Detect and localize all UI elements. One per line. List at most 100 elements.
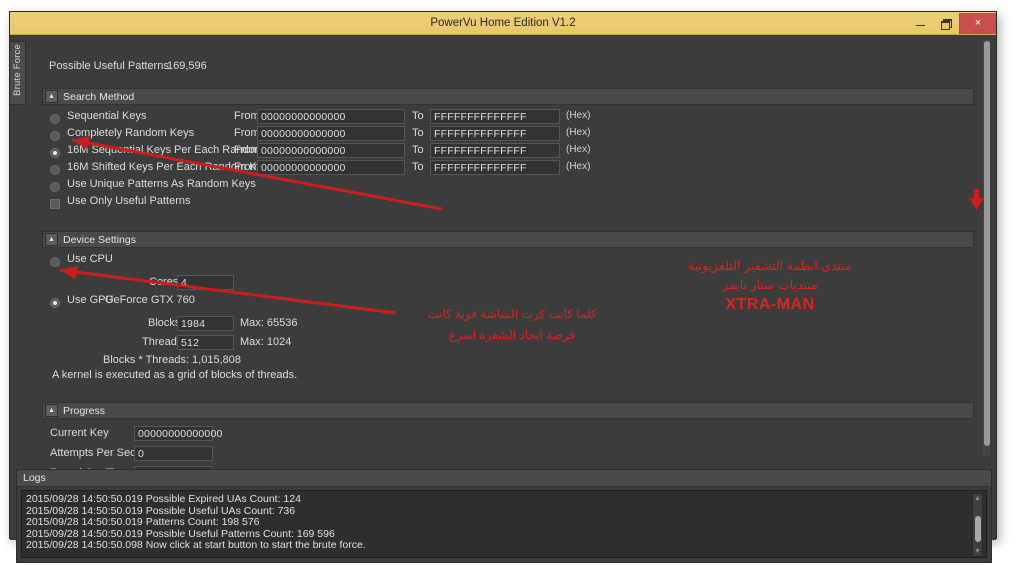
possible-useful-patterns-value: 169,596 [167, 60, 207, 72]
radio-label-use-unique-patterns: Use Unique Patterns As Random Keys [67, 178, 256, 190]
use-cpu-row: Use CPU [42, 253, 974, 274]
kernel-note-row: A kernel is executed as a grid of blocks… [42, 369, 974, 384]
kernel-note-label: A kernel is executed as a grid of blocks… [52, 369, 298, 381]
gpu-name-label: GeForce GTX 760 [105, 294, 195, 306]
radio-use-gpu[interactable] [50, 298, 60, 308]
hex-label-2: (Hex) [566, 127, 591, 138]
current-key-row: Current Key 00000000000000 [42, 425, 974, 445]
collapse-icon[interactable]: ▲ [45, 233, 58, 246]
cores-label: Cores [149, 276, 179, 288]
to-label-4: To [412, 161, 424, 173]
search-option-row: 16M Shifted Keys Per Each Random Key Fro… [42, 160, 974, 179]
main-scrollbar-thumb[interactable] [984, 41, 990, 446]
from-label-1: From [234, 110, 260, 122]
radio-label-use-cpu: Use CPU [67, 253, 113, 265]
progress-header[interactable]: ▲ Progress [42, 402, 974, 419]
radio-16m-shifted-keys[interactable] [50, 165, 60, 175]
use-gpu-row: Use GPU GeForce GTX 760 [42, 294, 974, 315]
progress-title: Progress [63, 404, 106, 417]
search-option-row: Use Unique Patterns As Random Keys [42, 178, 974, 196]
log-line: 2015/09/28 14:50:50.019 Possible Expired… [26, 493, 301, 505]
title-bar: PowerVu Home Edition V1.2 × [10, 12, 996, 35]
restore-button[interactable] [933, 13, 959, 34]
main-content: Possible Useful Patterns 169,596 ▲ Searc… [36, 39, 988, 481]
checkbox-use-only-useful-patterns[interactable] [50, 199, 60, 209]
hex-label-1: (Hex) [566, 110, 591, 121]
from-label-4: From [234, 161, 260, 173]
logs-panel: Logs 2015/09/28 14:50:50.019 Possible Ex… [16, 469, 992, 563]
application-window: PowerVu Home Edition V1.2 × Brute Force … [9, 11, 997, 563]
attempts-per-second-input[interactable]: 0 [134, 446, 213, 461]
main-scrollbar[interactable] [982, 39, 992, 457]
to-label-3: To [412, 144, 424, 156]
collapse-icon[interactable]: ▲ [45, 404, 58, 417]
restore-icon [941, 18, 952, 30]
threads-max-label: Max: 1024 [240, 336, 292, 348]
window-title: PowerVu Home Edition V1.2 [430, 17, 576, 29]
blocks-max-label: Max: 65536 [240, 317, 298, 329]
blocks-label: Blocks [148, 317, 181, 329]
radio-label-sequential-keys: Sequential Keys [67, 110, 147, 122]
checkbox-label-use-only-useful-patterns: Use Only Useful Patterns [67, 195, 191, 207]
blocks-threads-product-row: Blocks * Threads: 1,015,808 [42, 354, 974, 369]
close-icon: × [974, 17, 982, 29]
attempts-per-second-row: Attempts Per Second 0 [42, 445, 974, 465]
to-input-sequential-keys[interactable]: FFFFFFFFFFFFFF [430, 109, 560, 124]
scroll-down-icon[interactable]: ▼ [973, 547, 982, 556]
window-controls: × [907, 12, 996, 34]
to-input-completely-random-keys[interactable]: FFFFFFFFFFFFFF [430, 126, 560, 141]
search-method-header[interactable]: ▲ Search Method [42, 88, 974, 105]
radio-completely-random-keys[interactable] [50, 131, 60, 141]
current-key-input[interactable]: 00000000000000 [134, 426, 222, 441]
cores-input[interactable]: 4 [177, 275, 234, 290]
hex-label-4: (Hex) [566, 161, 591, 172]
threads-input[interactable]: 512 [177, 335, 234, 350]
window-body: Brute Force Possible Useful Patterns 169… [10, 35, 996, 563]
current-key-label: Current Key [50, 427, 109, 439]
to-label-2: To [412, 127, 424, 139]
possible-useful-patterns-row: Possible Useful Patterns 169,596 [44, 60, 988, 76]
to-input-16m-sequential-keys[interactable]: FFFFFFFFFFFFFF [430, 143, 560, 158]
blocks-input[interactable]: 1984 [177, 316, 234, 331]
cores-row: Cores 4 [42, 274, 974, 295]
device-settings-group: ▲ Device Settings Use CPU Cores 4 Use GP [42, 231, 974, 390]
hex-label-3: (Hex) [566, 144, 591, 155]
collapse-icon[interactable]: ▲ [45, 90, 58, 103]
device-settings-body: Use CPU Cores 4 Use GPU GeForce GTX 760 … [42, 248, 974, 390]
search-method-body: Sequential Keys From 00000000000000 To F… [42, 105, 974, 219]
minimize-icon [915, 25, 925, 26]
from-input-sequential-keys[interactable]: 00000000000000 [257, 109, 405, 124]
scroll-up-icon[interactable]: ▲ [973, 494, 982, 503]
logs-scrollbar-thumb[interactable] [974, 516, 981, 542]
possible-useful-patterns-label: Possible Useful Patterns [49, 60, 169, 72]
logs-title: Logs [23, 472, 46, 484]
blocks-threads-product-label: Blocks * Threads: 1,015,808 [103, 354, 241, 366]
from-label-2: From [234, 127, 260, 139]
sidebar-tab-brute-force[interactable]: Brute Force [10, 41, 26, 105]
search-option-row: Use Only Useful Patterns [42, 195, 974, 213]
device-settings-title: Device Settings [63, 233, 136, 246]
to-label-1: To [412, 110, 424, 122]
sidebar-tab-label: Brute Force [12, 44, 23, 96]
from-input-16m-shifted-keys[interactable]: 00000000000000 [257, 160, 405, 175]
radio-label-completely-random-keys: Completely Random Keys [67, 127, 195, 139]
radio-use-unique-patterns[interactable] [50, 182, 60, 192]
logs-scrollbar[interactable]: ▲ ▼ [972, 493, 983, 557]
to-input-16m-shifted-keys[interactable]: FFFFFFFFFFFFFF [430, 160, 560, 175]
from-label-3: From [234, 144, 260, 156]
blocks-row: Blocks 1984 Max: 65536 [42, 315, 974, 334]
close-button[interactable]: × [959, 12, 996, 34]
from-input-16m-sequential-keys[interactable]: 00000000000000 [257, 143, 405, 158]
radio-16m-sequential-keys[interactable] [50, 148, 60, 158]
search-method-title: Search Method [63, 90, 135, 103]
radio-use-cpu[interactable] [50, 257, 60, 267]
search-method-group: ▲ Search Method Sequential Keys From 000… [42, 88, 974, 219]
radio-sequential-keys[interactable] [50, 114, 60, 124]
threads-row: Threads 512 Max: 1024 [42, 334, 974, 354]
logs-output[interactable]: 2015/09/28 14:50:50.019 Possible Expired… [21, 490, 987, 558]
from-input-completely-random-keys[interactable]: 00000000000000 [257, 126, 405, 141]
minimize-button[interactable] [907, 13, 933, 34]
device-settings-header[interactable]: ▲ Device Settings [42, 231, 974, 248]
log-line: 2015/09/28 14:50:50.098 Now click at sta… [26, 539, 366, 552]
logs-header: Logs [17, 470, 991, 487]
